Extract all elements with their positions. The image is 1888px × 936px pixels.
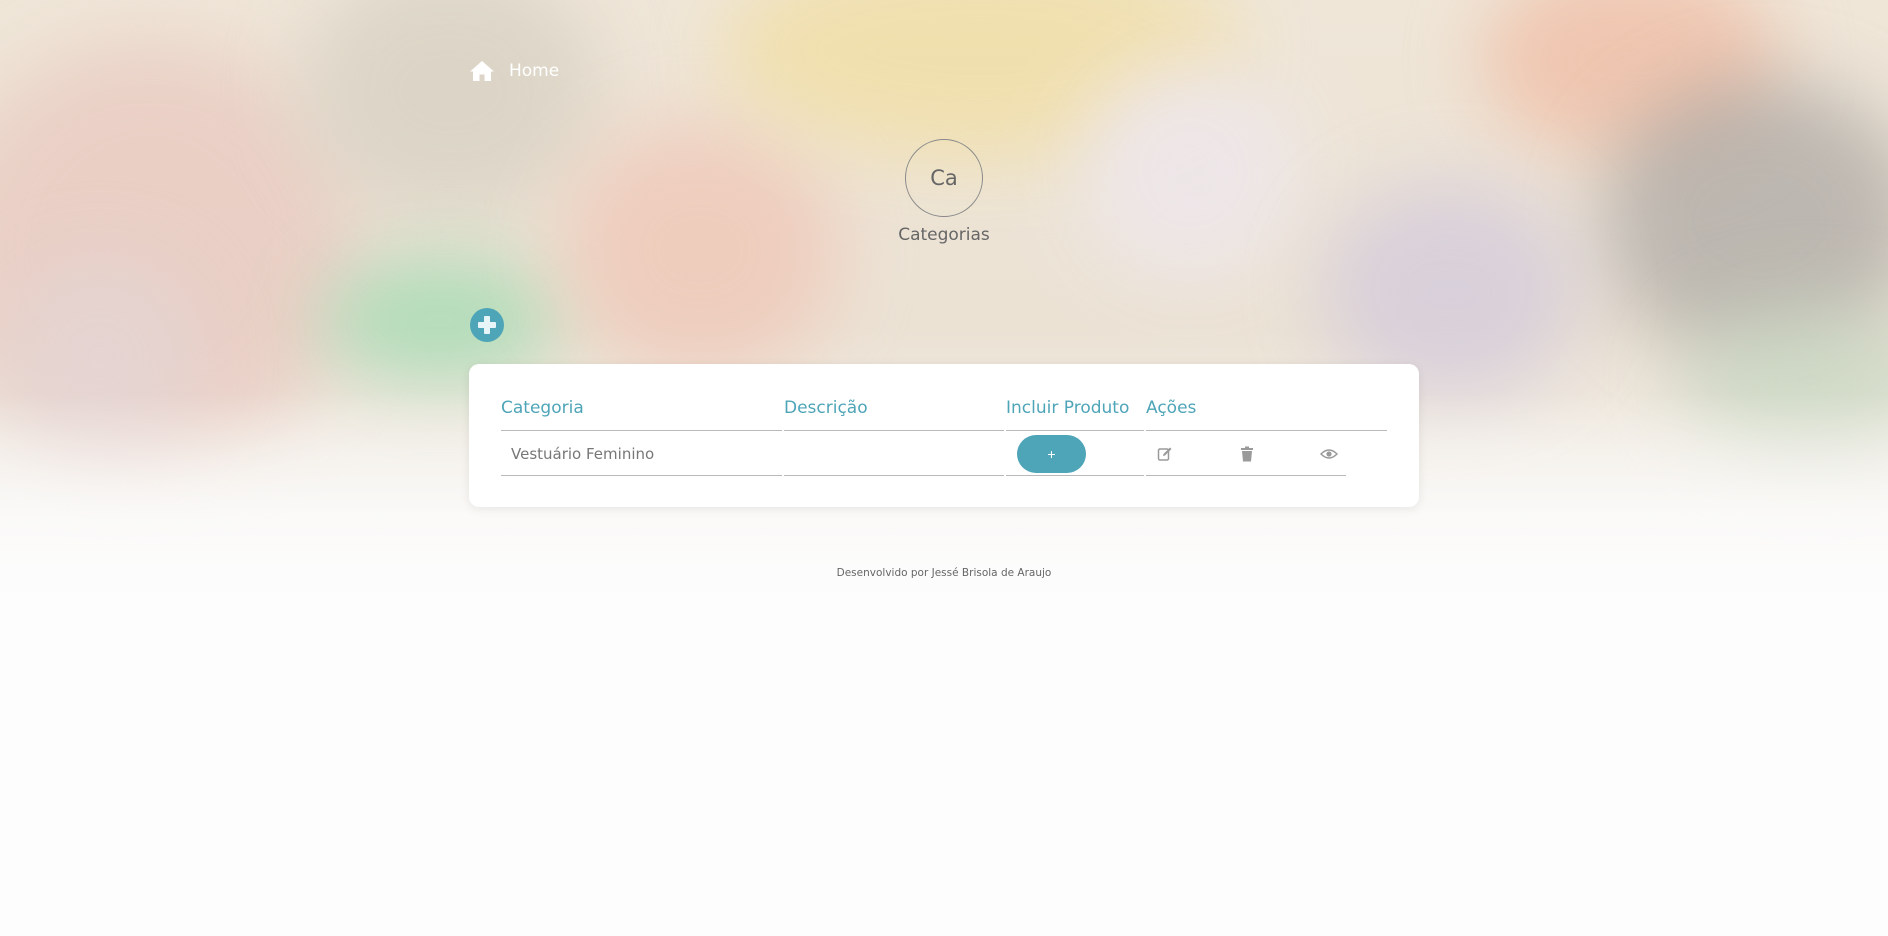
row-divider (501, 475, 782, 476)
add-category-button[interactable] (470, 308, 504, 342)
plus-circle-icon (478, 316, 496, 334)
delete-button[interactable] (1238, 445, 1256, 463)
column-header-categoria: Categoria (501, 398, 584, 418)
header-divider (784, 430, 1004, 431)
footer-credit: Desenvolvido por Jessé Brisola de Araujo (836, 567, 1052, 579)
eye-icon (1320, 449, 1338, 459)
category-avatar: Ca (905, 139, 983, 217)
column-header-descricao: Descrição (784, 398, 868, 418)
column-header-incluir-produto: Incluir Produto (1006, 398, 1130, 418)
edit-icon (1157, 447, 1172, 461)
row-divider (784, 475, 1004, 476)
trash-icon (1241, 446, 1253, 462)
avatar-initials: Ca (930, 166, 958, 190)
row-divider (1146, 475, 1346, 476)
include-product-button[interactable]: + (1017, 435, 1086, 473)
home-link[interactable]: Home (469, 60, 559, 82)
column-header-acoes: Ações (1146, 398, 1197, 418)
view-button[interactable] (1320, 445, 1338, 463)
page-title: Categorias (898, 225, 990, 245)
row-divider (1006, 475, 1144, 476)
header-divider (501, 430, 782, 431)
header-divider (1146, 430, 1387, 431)
categories-table-card: Categoria Descrição Incluir Produto Açõe… (469, 364, 1419, 507)
home-label: Home (509, 61, 560, 81)
cell-categoria: Vestuário Feminino (511, 445, 655, 463)
edit-button[interactable] (1156, 445, 1174, 463)
home-icon (470, 61, 494, 81)
header-divider (1006, 430, 1144, 431)
